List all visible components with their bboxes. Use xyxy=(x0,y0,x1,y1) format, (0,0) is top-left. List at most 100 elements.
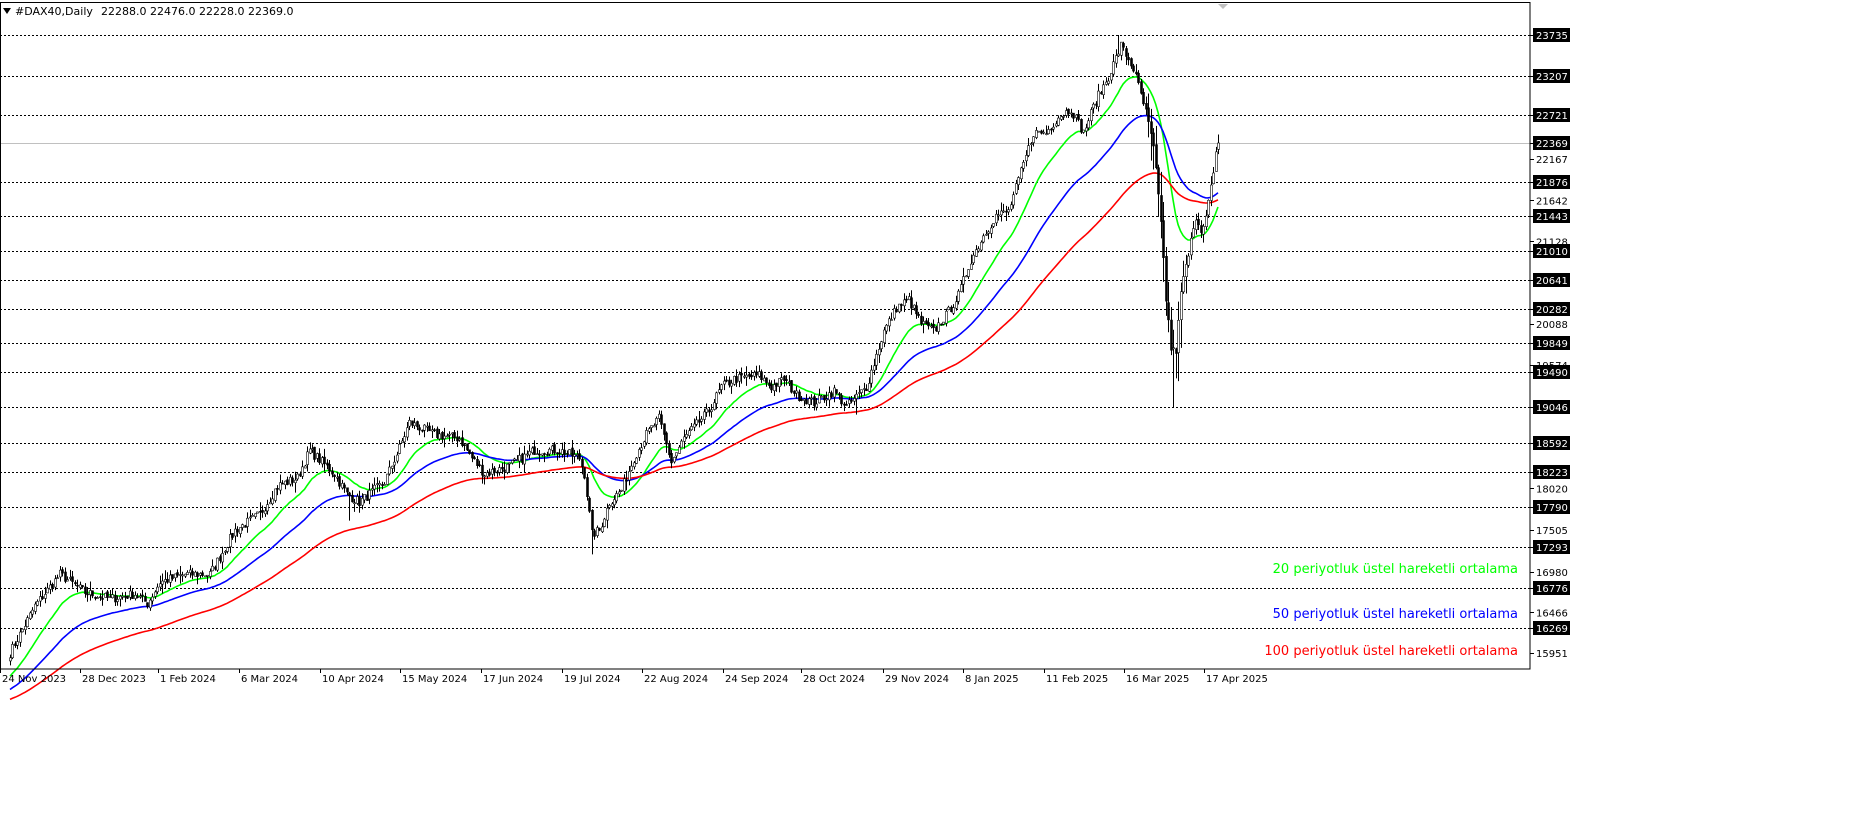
svg-text:21876: 21876 xyxy=(1536,178,1568,189)
candle xyxy=(1190,232,1193,260)
candle xyxy=(161,573,164,594)
candle xyxy=(523,445,526,473)
candle xyxy=(1157,164,1160,217)
candle xyxy=(518,447,521,469)
candle xyxy=(1037,130,1040,133)
candle xyxy=(1165,247,1168,316)
price-tick: 19849 xyxy=(1530,336,1570,350)
candle xyxy=(1100,90,1103,95)
candle xyxy=(119,594,122,607)
candle xyxy=(166,572,169,584)
legend-ema20: 20 periyotluk üstel hareketli ortalama xyxy=(1273,562,1518,577)
candle xyxy=(937,317,940,335)
candle xyxy=(770,380,773,393)
candle xyxy=(246,512,249,533)
candle xyxy=(1085,123,1088,137)
candle xyxy=(151,593,154,605)
svg-text:16269: 16269 xyxy=(1536,624,1568,635)
candle xyxy=(141,589,144,603)
candle xyxy=(1052,123,1055,133)
price-tick: 17790 xyxy=(1530,500,1570,514)
candle xyxy=(56,574,59,579)
candle xyxy=(1110,73,1113,84)
candle xyxy=(1092,102,1095,114)
candle xyxy=(244,524,247,528)
scroll-marker-icon[interactable] xyxy=(1218,4,1228,9)
candle xyxy=(1172,329,1175,407)
candle xyxy=(129,585,132,601)
candle xyxy=(773,379,776,396)
price-tick: 17505 xyxy=(1530,526,1568,537)
svg-text:28 Oct 2024: 28 Oct 2024 xyxy=(803,674,865,685)
svg-text:15951: 15951 xyxy=(1536,649,1568,660)
menu-triangle-icon[interactable] xyxy=(3,8,11,14)
price-tick: 16776 xyxy=(1530,581,1570,595)
candle xyxy=(893,304,896,321)
candle xyxy=(296,473,299,481)
date-tick: 10 Apr 2024 xyxy=(320,669,384,685)
candle xyxy=(146,602,149,609)
candle xyxy=(241,523,244,531)
svg-text:21443: 21443 xyxy=(1536,212,1568,223)
candle xyxy=(189,565,192,578)
candles xyxy=(9,35,1220,666)
candle xyxy=(211,559,214,572)
candle xyxy=(171,574,174,581)
candle xyxy=(1155,125,1158,170)
svg-text:22369: 22369 xyxy=(1536,139,1568,150)
svg-text:23735: 23735 xyxy=(1536,31,1568,42)
date-tick: 28 Oct 2024 xyxy=(801,669,865,685)
candle xyxy=(323,448,326,472)
candle xyxy=(463,444,466,452)
candle xyxy=(596,525,599,538)
candle xyxy=(1095,101,1098,110)
svg-text:20088: 20088 xyxy=(1536,320,1568,331)
candle xyxy=(313,446,316,463)
svg-text:21642: 21642 xyxy=(1536,196,1568,207)
candle xyxy=(286,476,289,486)
candle xyxy=(111,589,114,599)
candle xyxy=(1077,109,1080,122)
price-tick: 20282 xyxy=(1530,302,1570,316)
candle xyxy=(890,312,893,321)
candle xyxy=(1070,108,1073,118)
candle xyxy=(888,316,891,332)
price-tick: 23207 xyxy=(1530,69,1570,83)
candle xyxy=(196,571,199,585)
candle xyxy=(1132,63,1135,73)
ma-legend: 20 periyotluk üstel hareketli ortalama 5… xyxy=(1264,562,1518,659)
candle xyxy=(139,593,142,599)
candle xyxy=(101,590,104,606)
candle xyxy=(21,628,24,633)
candle xyxy=(224,550,227,556)
price-tick: 20641 xyxy=(1530,273,1570,287)
candle xyxy=(226,546,229,554)
candle xyxy=(1212,167,1215,185)
candle xyxy=(760,369,763,383)
svg-text:19849: 19849 xyxy=(1536,339,1568,350)
candle xyxy=(156,583,159,595)
candle xyxy=(214,565,217,571)
candle xyxy=(563,441,566,462)
candle xyxy=(1045,125,1048,136)
candle xyxy=(333,474,336,482)
svg-text:20641: 20641 xyxy=(1536,276,1568,287)
candle xyxy=(1035,127,1038,140)
chart-header: #DAX40,Daily 22288.0 22476.0 22228.0 223… xyxy=(3,5,293,18)
candle xyxy=(1060,115,1063,121)
chart-area[interactable]: 23735 23207 22721 22369 22167 21876 21642 21443… xyxy=(0,0,1872,822)
svg-text:19046: 19046 xyxy=(1536,403,1568,414)
price-tick: 15951 xyxy=(1530,649,1568,660)
candle xyxy=(249,509,252,521)
svg-text:17 Jun 2024: 17 Jun 2024 xyxy=(483,674,543,685)
price-chart[interactable]: 23735 23207 22721 22369 22167 21876 21642 21443… xyxy=(0,0,1872,822)
candle xyxy=(506,463,509,475)
candle xyxy=(1135,64,1138,76)
svg-text:28 Dec 2023: 28 Dec 2023 xyxy=(82,674,146,685)
candle xyxy=(932,319,935,334)
price-tick: 22167 xyxy=(1530,155,1568,166)
date-tick: 22 Aug 2024 xyxy=(642,669,708,685)
candle xyxy=(1160,171,1163,239)
svg-text:22721: 22721 xyxy=(1536,111,1568,122)
price-tick: 21443 xyxy=(1530,209,1570,223)
